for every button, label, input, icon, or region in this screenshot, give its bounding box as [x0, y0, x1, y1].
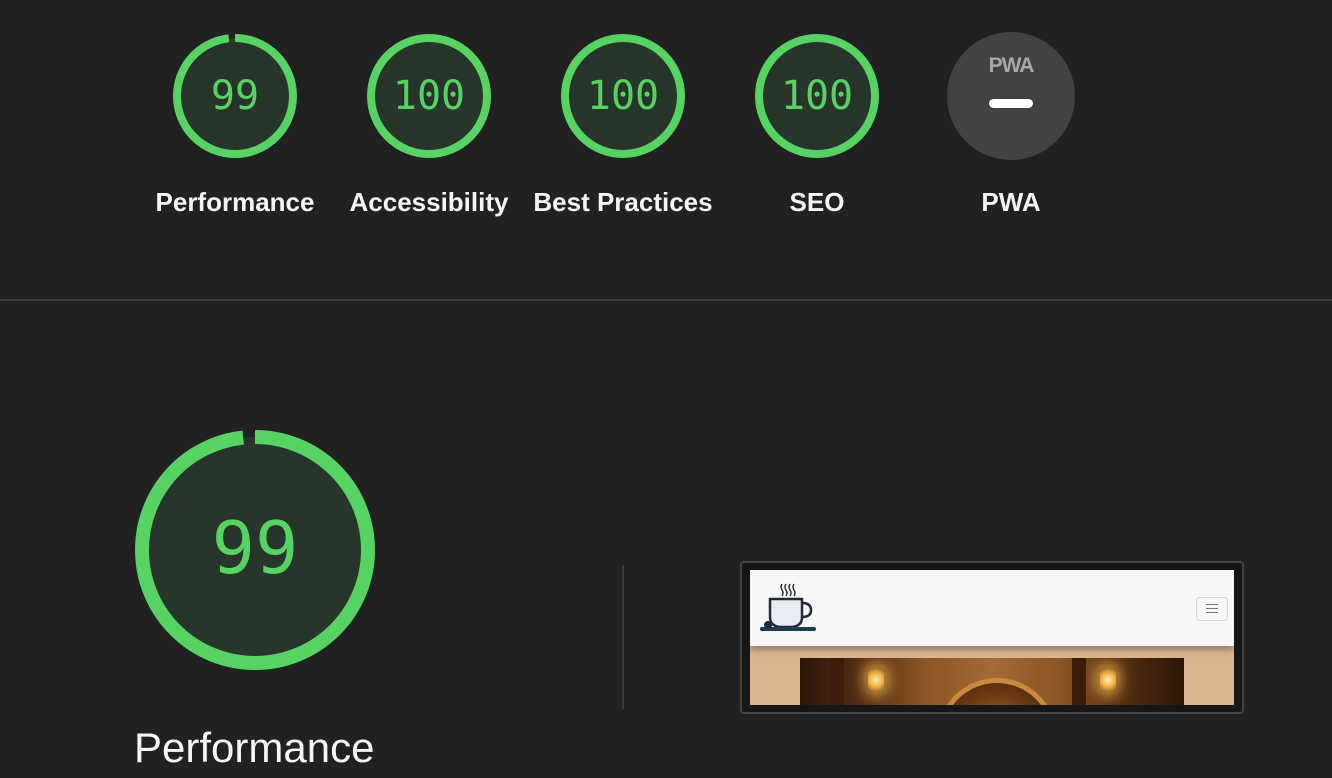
minus-dash-icon	[989, 99, 1033, 108]
performance-score-gauge: 99	[135, 430, 375, 670]
gauge-label: Best Practices	[533, 187, 713, 217]
gauge-label: PWA	[981, 187, 1041, 217]
performance-score-value: 99	[211, 506, 299, 590]
score-value: 100	[392, 73, 466, 119]
vertical-divider	[622, 565, 624, 709]
pwa-badge: PWA	[947, 32, 1075, 160]
gauge-label: SEO	[789, 187, 845, 217]
lighthouse-report: 99 Performance 100 Accessibility 100 Bes…	[0, 0, 1332, 778]
screenshot-content	[750, 570, 1234, 705]
gauge-label: Performance	[155, 187, 315, 217]
pwa-circle	[947, 32, 1075, 160]
score-gauge: 100	[753, 32, 881, 160]
score-gauge: 100	[365, 32, 493, 160]
score-value: 100	[780, 73, 854, 119]
gauge-best-practices[interactable]: 100 Best Practices	[526, 32, 720, 222]
gauge-label: Accessibility	[349, 187, 509, 217]
score-value: 100	[586, 73, 660, 119]
pwa-logo-icon: PWA	[988, 54, 1035, 77]
section-divider	[0, 299, 1332, 301]
hamburger-menu-icon	[1196, 597, 1228, 621]
gauge-performance[interactable]: 99 Performance	[138, 32, 332, 222]
coffee-cup-icon	[760, 583, 816, 631]
final-screenshot-thumbnail[interactable]	[740, 561, 1244, 714]
score-gauge: 100	[559, 32, 687, 160]
performance-title: Performance	[134, 724, 375, 771]
gauge-pwa[interactable]: PWA PWA	[914, 32, 1108, 222]
score-value: 99	[210, 73, 260, 119]
score-gauge: 99	[171, 32, 299, 160]
gauge-seo[interactable]: 100 SEO	[720, 32, 914, 222]
gauge-accessibility[interactable]: 100 Accessibility	[332, 32, 526, 222]
hero-image	[800, 658, 1184, 705]
site-header	[750, 570, 1234, 646]
